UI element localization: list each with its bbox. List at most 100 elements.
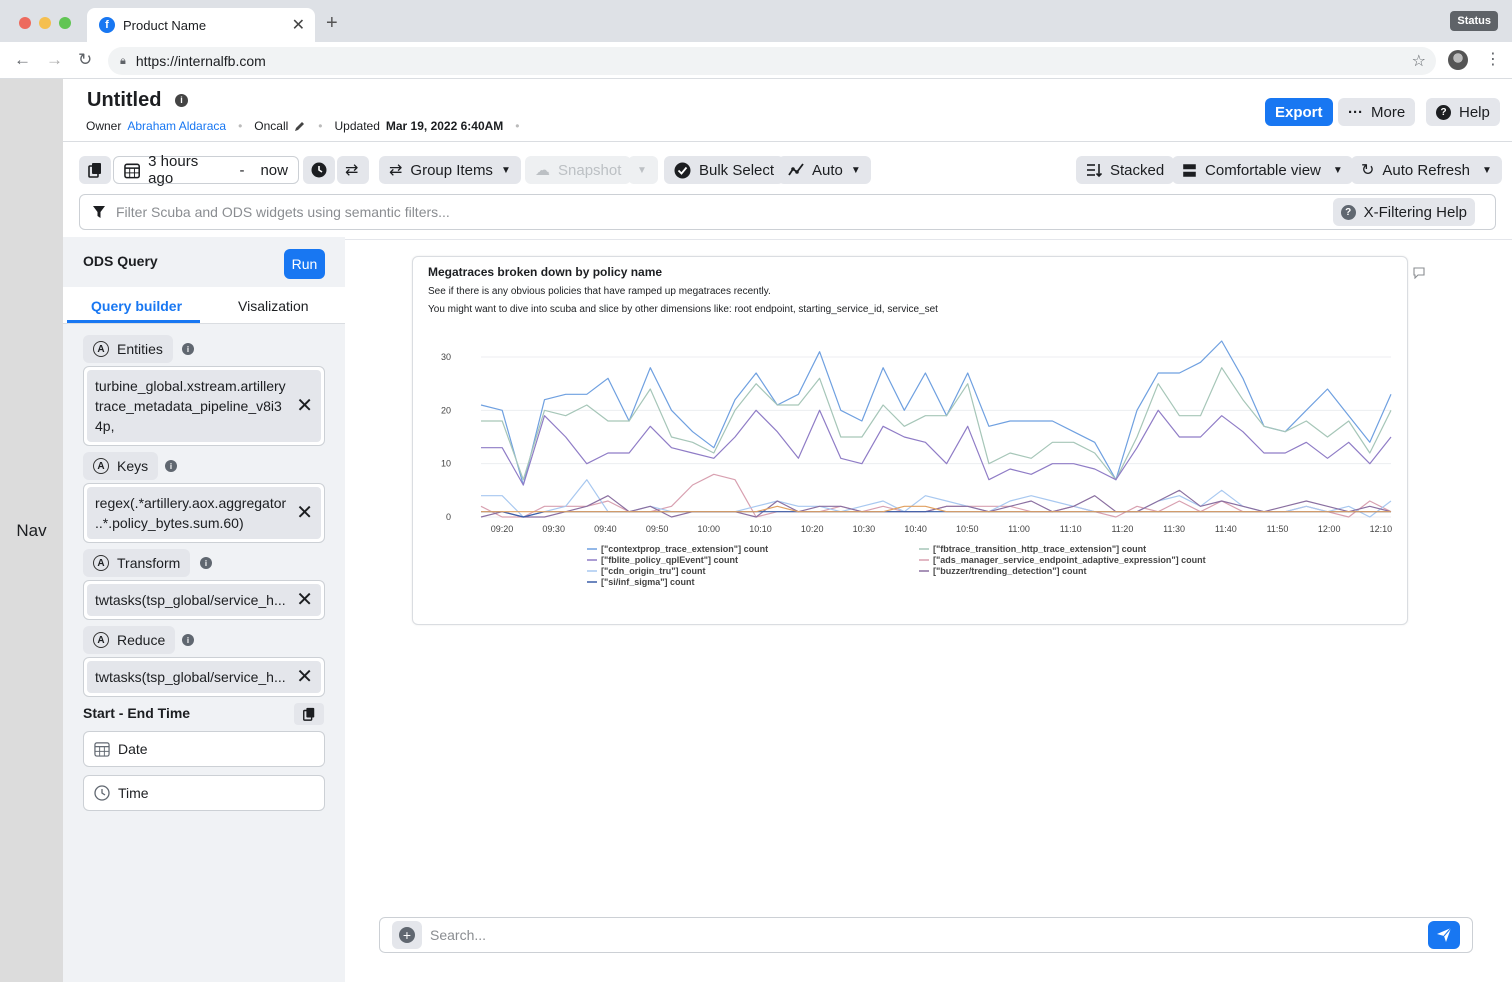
more-button[interactable]: ··· More xyxy=(1338,98,1416,126)
time-range-picker[interactable]: 3 hours ago - now xyxy=(113,153,299,187)
tab-query-builder[interactable]: Query builder xyxy=(91,298,182,314)
entities-chip[interactable]: A Entities xyxy=(83,335,173,363)
x-tick-label: 11:20 xyxy=(1111,524,1133,534)
oncall-label: Oncall xyxy=(254,119,289,133)
semantic-filter-input[interactable]: Filter Scuba and ODS widgets using seman… xyxy=(79,194,1496,230)
panel-header: ODS Query Run xyxy=(63,237,345,287)
facebook-icon: f xyxy=(99,17,115,33)
info-icon[interactable]: i xyxy=(175,93,188,107)
series-line xyxy=(481,511,1391,518)
keys-token: regex(.*artillery.aox.aggregator ..*.pol… xyxy=(87,487,321,539)
tab-visualization[interactable]: Visalization xyxy=(238,298,309,314)
copy-button[interactable] xyxy=(79,156,111,184)
date-field[interactable]: Date xyxy=(83,731,325,767)
snapshot-button[interactable]: ☁ Snapshot xyxy=(525,156,632,184)
owner-link[interactable]: Abraham Aldaraca xyxy=(127,119,226,133)
help-button[interactable]: ? Help xyxy=(1426,98,1500,126)
x-filtering-help-button[interactable]: ? X-Filtering Help xyxy=(1332,198,1475,226)
a-circle-icon: A xyxy=(93,555,109,571)
meta-separator: • xyxy=(318,119,323,133)
browser-menu-icon[interactable]: ⋮ xyxy=(1485,49,1501,69)
x-filtering-help-label: X-Filtering Help xyxy=(1363,203,1467,221)
trend-icon xyxy=(788,163,804,176)
search-placeholder: Search... xyxy=(430,927,487,943)
page-title-text: Untitled xyxy=(87,89,162,111)
view-density-dropdown[interactable]: 〓 Comfortable view ▼ xyxy=(1172,156,1353,184)
close-tab-icon[interactable]: ✕ xyxy=(292,15,305,35)
url-bar[interactable]: 🔒︎ https://internalfb.com ☆ xyxy=(108,47,1436,75)
minimize-window-button[interactable] xyxy=(39,17,51,29)
browser-tab-bar: f Product Name ✕ + Status xyxy=(0,0,1512,42)
info-icon[interactable]: i xyxy=(182,343,194,355)
x-tick-label: 10:30 xyxy=(853,524,876,534)
info-icon[interactable]: i xyxy=(200,557,212,569)
profile-avatar[interactable] xyxy=(1448,50,1468,70)
add-button[interactable]: + xyxy=(392,921,422,949)
remove-icon[interactable]: ✕ xyxy=(296,667,313,687)
remove-icon[interactable]: ✕ xyxy=(296,396,313,416)
auto-button[interactable]: Auto ▼ xyxy=(778,156,871,184)
chart-subtitle-2: You might want to dive into scuba and sl… xyxy=(428,304,938,315)
legend-label: ["fblite_policy_qplEvent"] count xyxy=(601,555,738,565)
calendar-icon xyxy=(124,163,140,178)
x-tick-label: 10:00 xyxy=(698,524,721,534)
x-tick-label: 09:50 xyxy=(646,524,669,534)
reduce-field[interactable]: twtasks(tsp_global/service_h... ✕ xyxy=(83,657,325,697)
owner-label: Owner xyxy=(86,119,122,133)
updated-label: Updated xyxy=(334,119,380,133)
chevron-down-icon: ▼ xyxy=(850,164,861,176)
reduce-chip[interactable]: A Reduce xyxy=(83,626,176,654)
x-tick-label: 10:50 xyxy=(956,524,979,534)
chart-widget[interactable]: Megatraces broken down by policy name Se… xyxy=(412,256,1408,625)
bulk-select-button[interactable]: Bulk Select xyxy=(664,156,785,184)
reload-icon[interactable]: ↻ xyxy=(78,50,92,70)
snapshot-dropdown[interactable]: ▼ xyxy=(628,156,658,184)
export-button[interactable]: Export xyxy=(1265,98,1333,126)
back-arrow-icon[interactable]: ← xyxy=(14,50,31,70)
snapshot-label: Snapshot xyxy=(558,161,622,179)
comment-icon[interactable] xyxy=(1413,267,1425,282)
time-end: now xyxy=(260,161,288,179)
copy-time-button[interactable] xyxy=(294,703,324,725)
run-button[interactable]: Run xyxy=(284,249,325,279)
line-chart[interactable]: 0 10 20 30 09:20 09:30 09:40 09:50 10:00 10:10 10:… xyxy=(413,327,1407,627)
time-field[interactable]: Time xyxy=(83,775,325,811)
bookmark-star-icon[interactable]: ☆ xyxy=(1412,51,1426,71)
transform-token: twtasks(tsp_global/service_h... ✕ xyxy=(87,584,321,616)
send-icon xyxy=(1437,927,1452,942)
chart-subtitle-1: See if there is any obvious policies tha… xyxy=(428,286,771,297)
reduce-value: twtasks(tsp_global/service_h... xyxy=(95,669,286,685)
y-tick-label: 10 xyxy=(441,459,451,469)
new-tab-button[interactable]: + xyxy=(326,12,338,35)
status-badge[interactable]: Status xyxy=(1450,11,1498,31)
maximize-window-button[interactable] xyxy=(59,17,71,29)
keys-field[interactable]: regex(.*artillery.aox.aggregator ..*.pol… xyxy=(83,483,325,543)
remove-icon[interactable]: ✕ xyxy=(296,590,313,610)
transform-chip[interactable]: A Transform xyxy=(83,549,191,577)
series-line xyxy=(481,367,1392,481)
edit-pencil-icon[interactable] xyxy=(294,120,306,132)
group-items-button[interactable]: ⇄ Group Items ▼ xyxy=(379,156,521,184)
info-icon[interactable]: i xyxy=(165,460,177,472)
transform-field[interactable]: twtasks(tsp_global/service_h... ✕ xyxy=(83,580,325,620)
forward-arrow-icon[interactable]: → xyxy=(46,50,63,70)
swap-button[interactable]: ⇄ xyxy=(337,156,369,184)
close-window-button[interactable] xyxy=(19,17,31,29)
entities-field[interactable]: turbine_global.xstream.artillery trace_m… xyxy=(83,366,325,446)
filter-placeholder: Filter Scuba and ODS widgets using seman… xyxy=(116,204,450,220)
left-nav[interactable]: Nav xyxy=(0,79,63,982)
keys-chip[interactable]: A Keys xyxy=(83,452,159,480)
info-icon[interactable]: i xyxy=(182,634,194,646)
chevron-down-icon: ▼ xyxy=(1481,164,1492,176)
clock-button[interactable] xyxy=(303,156,335,184)
remove-icon[interactable]: ✕ xyxy=(296,503,313,523)
stacked-button[interactable]: Stacked xyxy=(1076,156,1175,184)
auto-refresh-dropdown[interactable]: ↻ Auto Refresh ▼ xyxy=(1351,156,1502,184)
page-title: Untitled i xyxy=(87,89,188,112)
series-line xyxy=(480,473,1392,518)
search-input[interactable]: + Search... xyxy=(379,917,1473,953)
send-button[interactable] xyxy=(1428,921,1460,949)
group-items-label: Group Items xyxy=(410,161,493,179)
browser-tab[interactable]: f Product Name ✕ xyxy=(87,8,315,42)
legend-label: ["fbtrace_transition_http_trace_extensio… xyxy=(933,544,1146,554)
